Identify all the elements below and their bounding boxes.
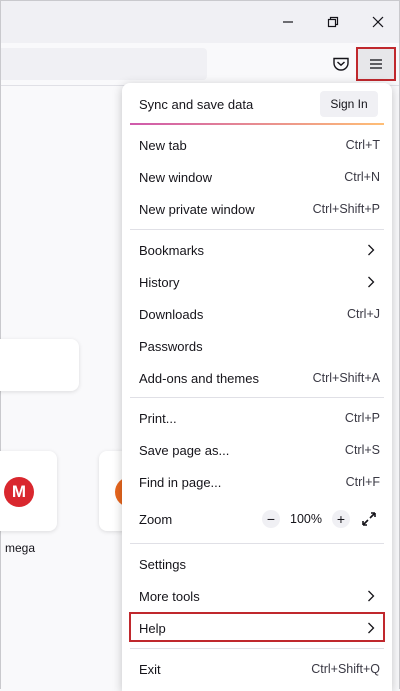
help-highlight-box	[129, 612, 385, 642]
sync-label: Sync and save data	[139, 96, 254, 112]
minimize-icon	[283, 21, 293, 23]
zoom-reset-button[interactable]: 100%	[280, 512, 332, 526]
sign-in-button[interactable]: Sign In	[320, 91, 378, 117]
close-icon	[372, 16, 384, 28]
title-bar	[1, 1, 399, 43]
menu-separator	[130, 648, 384, 649]
menu-item-zoom: Zoom − 100% +	[130, 503, 384, 535]
hamburger-menu-icon	[370, 59, 382, 69]
close-window-button[interactable]	[363, 9, 393, 35]
sync-divider	[130, 123, 384, 125]
menu-item-addons-themes[interactable]: Add-ons and themes Ctrl+Shift+A	[130, 362, 384, 394]
zoom-out-button[interactable]: −	[262, 510, 280, 528]
menu-item-find-in-page[interactable]: Find in page... Ctrl+F	[130, 466, 384, 498]
menu-separator	[130, 229, 384, 230]
navigation-toolbar	[1, 43, 399, 86]
menu-item-passwords[interactable]: Passwords	[130, 330, 384, 362]
menu-item-new-private-window[interactable]: New private window Ctrl+Shift+P	[130, 193, 384, 225]
pocket-icon	[333, 57, 349, 71]
fullscreen-icon	[362, 512, 376, 526]
restore-icon	[327, 16, 339, 28]
menu-item-settings[interactable]: Settings	[130, 548, 384, 580]
menu-item-exit[interactable]: Exit Ctrl+Shift+Q	[130, 653, 384, 685]
menu-item-bookmarks[interactable]: Bookmarks	[130, 234, 384, 266]
menu-item-downloads[interactable]: Downloads Ctrl+J	[130, 298, 384, 330]
app-menu-panel: Sync and save data Sign In New tab Ctrl+…	[122, 83, 392, 691]
pocket-button[interactable]	[331, 54, 351, 74]
zoom-controls: − 100% +	[262, 503, 380, 535]
open-menu-button[interactable]	[356, 47, 396, 81]
menu-item-print[interactable]: Print... Ctrl+P	[130, 402, 384, 434]
restore-button[interactable]	[318, 9, 348, 35]
chevron-right-icon	[368, 244, 375, 256]
menu-item-more-tools[interactable]: More tools	[130, 580, 384, 612]
menu-item-new-window[interactable]: New window Ctrl+N	[130, 161, 384, 193]
search-card[interactable]	[0, 339, 79, 391]
menu-item-history[interactable]: History	[130, 266, 384, 298]
menu-item-new-tab[interactable]: New tab Ctrl+T	[130, 129, 384, 161]
mega-logo-icon: M	[4, 477, 34, 507]
top-site-label: mega	[5, 541, 36, 555]
menu-separator	[130, 397, 384, 398]
menu-separator	[130, 543, 384, 544]
chevron-right-icon	[368, 276, 375, 288]
menu-item-save-page-as[interactable]: Save page as... Ctrl+S	[130, 434, 384, 466]
address-bar[interactable]	[1, 48, 207, 80]
chevron-right-icon	[368, 590, 375, 602]
zoom-in-button[interactable]: +	[332, 510, 350, 528]
fullscreen-button[interactable]	[358, 508, 380, 530]
minimize-button[interactable]	[273, 9, 303, 35]
